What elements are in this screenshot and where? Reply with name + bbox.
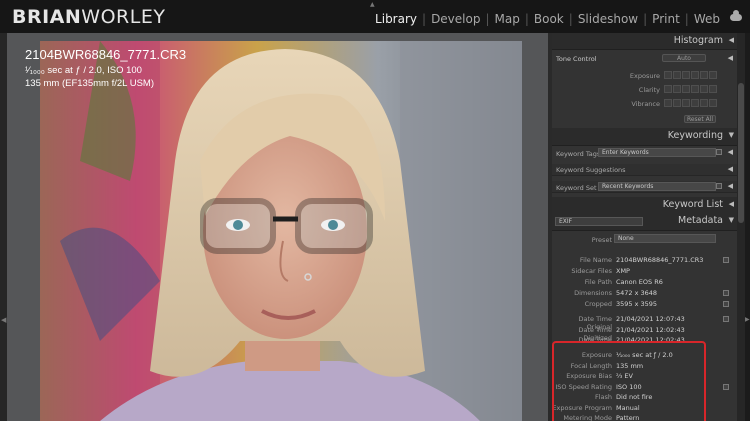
keyword-set-label: Keyword Set — [556, 184, 597, 192]
keyword-tags-dropdown-icon[interactable] — [716, 149, 722, 155]
metadata-action-icon[interactable] — [723, 316, 729, 322]
metadata-row: File Name 2104BWR68846_7771.CR3 — [552, 255, 737, 265]
metadata-action-icon[interactable] — [723, 384, 729, 390]
photo-filename: 2104BWR68846_7771.CR3 — [25, 47, 187, 62]
cloud-sync-icon[interactable] — [730, 10, 742, 21]
metadata-header[interactable]: EXIF Metadata ▼ — [552, 213, 737, 231]
metadata-value: 21/04/2021 12:02:43 — [616, 326, 685, 334]
keywording-title: Keywording — [667, 130, 723, 141]
exposure-stepper[interactable] — [664, 71, 717, 79]
photo-lens-info: 135 mm (EF135mm f/2L USM) — [25, 78, 154, 89]
metadata-view-select[interactable]: EXIF — [555, 217, 643, 226]
metadata-row: Sidecar Files XMP — [552, 266, 737, 276]
reset-all-button[interactable]: Reset All — [684, 115, 716, 123]
loupe-view[interactable]: 2104BWR68846_7771.CR3 ¹⁄₁₀₀₀ sec at ƒ / … — [7, 33, 548, 421]
metadata-label: Sidecar Files — [571, 267, 612, 275]
metadata-title: Metadata — [678, 215, 723, 226]
preset-label: Preset — [591, 236, 612, 244]
module-book[interactable]: Book — [532, 12, 566, 26]
metadata-action-icon[interactable] — [723, 301, 729, 307]
module-map[interactable]: Map — [493, 12, 522, 26]
metadata-label: Cropped — [584, 300, 612, 308]
keyword-suggestions-label: Keyword Suggestions — [556, 166, 626, 174]
module-slideshow[interactable]: Slideshow — [576, 12, 640, 26]
expand-triangle-icon[interactable]: ◀ — [728, 148, 733, 156]
metadata-row: Date Time Digitized 21/04/2021 12:02:43 — [552, 325, 737, 342]
metadata-row: File Path Canon EOS R6 — [552, 277, 737, 287]
module-print[interactable]: Print — [650, 12, 682, 26]
vibrance-label: Vibrance — [631, 100, 660, 108]
metadata-label: File Path — [584, 278, 612, 286]
clarity-stepper[interactable] — [664, 85, 717, 93]
right-panel-toggle-icon[interactable]: ▶ — [745, 316, 750, 323]
portrait-photo[interactable] — [40, 41, 522, 421]
expand-triangle-icon[interactable]: ◀ — [728, 165, 733, 173]
top-bar: BRIANWORLEY ▲ Library | Develop | Map | Boo… — [0, 0, 750, 33]
collapse-triangle-icon: ▼ — [728, 216, 734, 224]
exposure-label: Exposure — [629, 72, 660, 80]
metadata-action-icon[interactable] — [723, 290, 729, 296]
metadata-value: 2104BWR68846_7771.CR3 — [616, 256, 704, 264]
keyword-set-dropdown-icon[interactable] — [716, 183, 722, 189]
clarity-label: Clarity — [638, 86, 660, 94]
photo-exposure-info: ¹⁄₁₀₀₀ sec at ƒ / 2.0, ISO 100 — [25, 65, 142, 76]
brand-light-text: WORLEY — [81, 6, 166, 28]
keyword-set-select[interactable]: Recent Keywords — [598, 182, 716, 191]
keyword-tags-select[interactable]: Enter Keywords — [598, 148, 716, 157]
left-panel-edge: ◀ — [0, 33, 7, 421]
module-web[interactable]: Web — [692, 12, 722, 26]
tone-control-label: Tone Control — [556, 55, 597, 63]
metadata-value: 3595 x 3595 — [616, 300, 658, 308]
keyword-tags-label: Keyword Tags — [556, 150, 601, 158]
histogram-header[interactable]: Histogram ◀ — [552, 33, 737, 50]
panel-scrollbar[interactable] — [737, 33, 745, 421]
histogram-title: Histogram — [673, 35, 723, 46]
module-develop[interactable]: Develop — [429, 12, 482, 26]
collapse-triangle-icon: ◀ — [728, 36, 734, 44]
module-picker: Library | Develop | Map | Book | Slideshow | … — [373, 12, 722, 26]
preset-select[interactable]: None — [614, 234, 716, 243]
metadata-value: XMP — [616, 267, 630, 275]
keywording-header[interactable]: Keywording ▼ — [552, 128, 737, 146]
top-panel-toggle-icon[interactable]: ▲ — [370, 1, 375, 8]
scrollbar-thumb[interactable] — [738, 83, 744, 223]
vibrance-stepper[interactable] — [664, 99, 717, 107]
left-panel-toggle-icon[interactable]: ◀ — [1, 316, 6, 324]
auto-tone-button[interactable]: Auto — [662, 54, 706, 62]
brand-bold-text: BRIAN — [12, 6, 82, 28]
keyword-list-title: Keyword List — [662, 199, 723, 210]
collapse-triangle-icon: ◀ — [728, 200, 734, 208]
portrait-image — [40, 41, 522, 421]
identity-plate: BRIANWORLEY — [12, 6, 165, 28]
metadata-row: Cropped 3595 x 3595 — [552, 299, 737, 309]
metadata-value: 21/04/2021 12:07:43 — [616, 315, 685, 323]
right-panel-edge: ▶ — [745, 33, 750, 421]
metadata-row: Date Time Original 21/04/2021 12:07:43 — [552, 314, 737, 331]
metadata-value: Canon EOS R6 — [616, 278, 663, 286]
collapse-triangle-icon: ▼ — [728, 131, 734, 139]
expand-triangle-icon[interactable]: ◀ — [728, 54, 733, 62]
highlight-box — [552, 341, 706, 421]
metadata-label: File Name — [579, 256, 612, 264]
metadata-row: Dimensions 5472 x 3648 — [552, 288, 737, 298]
expand-triangle-icon[interactable]: ◀ — [728, 182, 733, 190]
metadata-value: 5472 x 3648 — [616, 289, 658, 297]
metadata-label: Dimensions — [574, 289, 612, 297]
metadata-action-icon[interactable] — [723, 257, 729, 263]
module-library[interactable]: Library — [373, 12, 419, 26]
